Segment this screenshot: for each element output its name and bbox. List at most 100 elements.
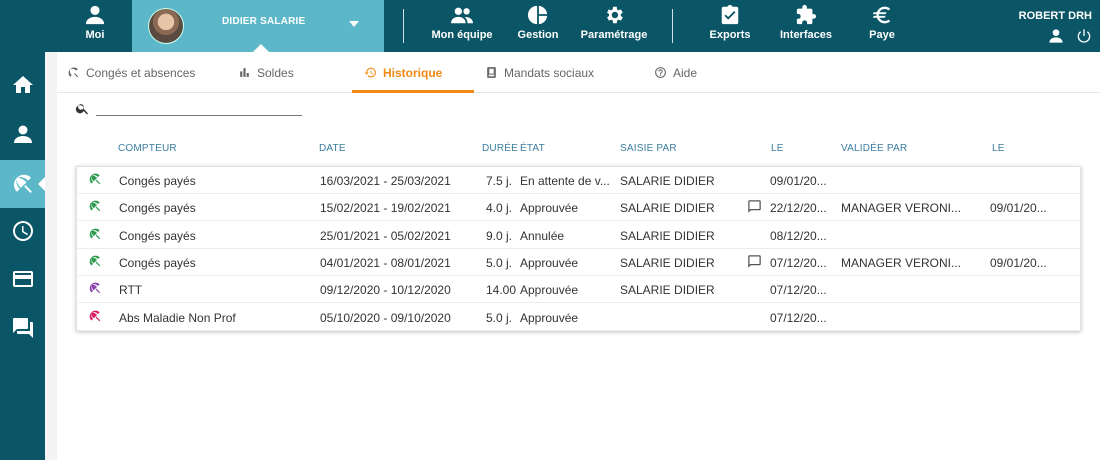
help-icon <box>655 67 666 78</box>
power-icon[interactable] <box>1076 28 1092 44</box>
gear-icon <box>607 6 623 24</box>
sidebar-item-expenses[interactable] <box>0 255 45 303</box>
cell-saisie-par: SALARIE DIDIER <box>620 255 715 270</box>
cell-date: 16/03/2021 - 25/03/2021 <box>320 174 451 188</box>
cell-le: 07/12/20... <box>770 255 827 270</box>
cell-duree: 4.0 j. <box>486 201 513 216</box>
cell-le-validation: 09/01/20... <box>990 255 1047 270</box>
column-header-compteur[interactable]: COMPTEUR <box>118 143 177 154</box>
cell-etat: Approuvée <box>520 201 579 216</box>
nav-paye[interactable]: Paye <box>864 0 900 52</box>
user-selector[interactable]: DIDIER SALARIE <box>132 0 384 52</box>
nav-interfaces-label: Interfaces <box>780 29 832 41</box>
comment-icon[interactable] <box>747 254 762 269</box>
sidebar-item-absences[interactable] <box>0 160 45 208</box>
team-icon <box>451 7 473 24</box>
nav-paye-label: Paye <box>869 29 895 41</box>
cell-duree: 5.0 j. <box>486 310 513 325</box>
column-header-etat[interactable]: ÉTAT <box>520 143 545 154</box>
sidebar-item-home[interactable] <box>0 61 45 109</box>
divider <box>403 9 404 43</box>
tab-mandats-sociaux[interactable]: Mandats sociaux <box>485 52 594 93</box>
nav-gestion[interactable]: Gestion <box>513 0 563 52</box>
column-header-duree[interactable]: DURÉE <box>482 143 518 154</box>
cell-date: 15/02/2021 - 19/02/2021 <box>320 201 451 216</box>
umbrella-icon <box>89 200 101 212</box>
euro-icon <box>872 6 891 24</box>
cell-duree: 14.00 ... <box>486 283 516 298</box>
table-row[interactable]: Abs Maladie Non Prof 05/10/2020 - 09/10/2… <box>77 304 1080 331</box>
column-header-saisie-par[interactable]: SAISIE PAR <box>620 143 677 154</box>
selected-user-name: DIDIER SALARIE <box>222 16 306 27</box>
nav-exports[interactable]: Exports <box>704 0 756 52</box>
main-content: Congés et absences Soldes Historique Man… <box>45 52 1100 460</box>
tab-conges-absences[interactable]: Congés et absences <box>67 52 195 93</box>
cell-compteur: Congés payés <box>119 174 196 188</box>
column-header-validee-par[interactable]: VALIDÉE PAR <box>841 143 907 154</box>
umbrella-icon <box>89 173 101 185</box>
content-gutter <box>45 52 57 460</box>
cell-etat: En attente de v... <box>520 174 610 188</box>
nav-exports-label: Exports <box>709 29 751 41</box>
sidebar-item-messages[interactable] <box>0 304 45 352</box>
nav-interfaces[interactable]: Interfaces <box>778 0 834 52</box>
cell-etat: Annulée <box>520 228 565 243</box>
table-row[interactable]: Congés payés 25/01/2021 - 05/02/2021 9.0 j… <box>77 222 1080 249</box>
cell-etat: Approuvée <box>520 283 579 298</box>
cell-compteur: Congés payés <box>119 255 196 270</box>
chevron-down-icon[interactable] <box>349 21 359 27</box>
cell-saisie-par: SALARIE DIDIER <box>620 283 715 298</box>
person-icon <box>13 125 32 143</box>
history-icon <box>364 67 376 78</box>
cell-validee-par: MANAGER VERONI... <box>841 255 961 270</box>
clipboard-check-icon <box>721 4 739 25</box>
search-icon <box>75 104 88 115</box>
cell-le: 07/12/20... <box>770 283 827 298</box>
cell-saisie-par: SALARIE DIDIER <box>620 201 715 216</box>
person-icon <box>85 5 105 25</box>
table-row[interactable]: RTT 09/12/2020 - 10/12/2020 14.00 ... Appro… <box>77 276 1080 304</box>
tab-label: Historique <box>383 65 443 80</box>
nav-parametrage[interactable]: Paramétrage <box>581 0 647 52</box>
cell-date: 09/12/2020 - 10/12/2020 <box>320 283 451 298</box>
account-area: ROBERT DRH <box>1019 10 1092 44</box>
cell-duree: 9.0 j. <box>486 228 513 243</box>
tab-label: Aide <box>673 65 698 80</box>
top-navigation-bar: Moi DIDIER SALARIE Mon équipe Gestion Pa… <box>0 0 1100 52</box>
cell-duree: 5.0 j. <box>486 255 513 270</box>
tab-soldes[interactable]: Soldes <box>238 52 294 93</box>
sidebar-item-profile[interactable] <box>0 110 45 158</box>
table-row[interactable]: Congés payés 16/03/2021 - 25/03/2021 7.5 j… <box>77 167 1080 194</box>
cell-duree: 7.5 j. <box>486 174 513 188</box>
tab-bar: Congés et absences Soldes Historique Man… <box>57 52 1100 93</box>
tab-label: Congés et absences <box>86 65 196 80</box>
nav-moi[interactable]: Moi <box>72 0 118 52</box>
cell-compteur: RTT <box>119 283 143 298</box>
nav-gestion-label: Gestion <box>517 29 559 41</box>
cell-compteur: Congés payés <box>119 228 196 243</box>
table-row[interactable]: Congés payés 15/02/2021 - 19/02/2021 4.0 j… <box>77 194 1080 222</box>
tab-label: Soldes <box>257 65 294 80</box>
comment-icon[interactable] <box>747 199 762 214</box>
nav-mon-equipe[interactable]: Mon équipe <box>430 0 494 52</box>
clock-icon <box>12 221 33 241</box>
tab-aide[interactable]: Aide <box>654 52 697 93</box>
nav-mon-equipe-label: Mon équipe <box>431 29 493 41</box>
column-header-le-validation[interactable]: LE <box>992 143 1005 154</box>
sidebar-item-time[interactable] <box>0 207 45 255</box>
column-header-le[interactable]: LE <box>771 143 784 154</box>
profile-icon[interactable] <box>1048 28 1064 44</box>
history-table: Congés payés 16/03/2021 - 25/03/2021 7.5 j… <box>76 166 1081 331</box>
cell-compteur: Congés payés <box>119 201 196 216</box>
beach-umbrella-icon <box>13 174 32 193</box>
badge-icon <box>487 67 496 78</box>
umbrella-icon <box>89 282 101 294</box>
divider <box>672 9 673 43</box>
cell-compteur: Abs Maladie Non Prof <box>119 310 236 325</box>
tab-label: Mandats sociaux <box>504 65 595 80</box>
table-row[interactable]: Congés payés 04/01/2021 - 08/01/2021 5.0 j… <box>77 249 1080 276</box>
column-header-date[interactable]: DATE <box>319 143 346 154</box>
cell-date: 04/01/2021 - 08/01/2021 <box>320 255 451 270</box>
search-input[interactable] <box>96 98 302 116</box>
tab-historique[interactable]: Historique <box>364 52 442 93</box>
